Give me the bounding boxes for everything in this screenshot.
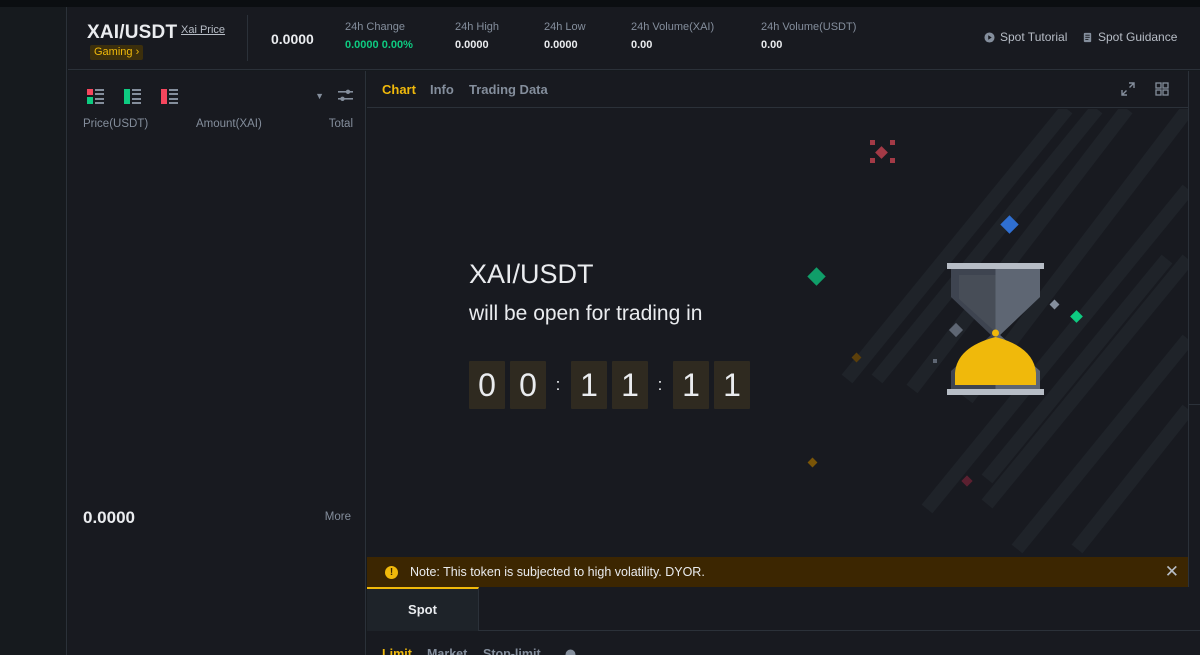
tab-trading-data[interactable]: Trading Data (469, 82, 548, 97)
countdown-illustration (807, 109, 1188, 554)
tab-spot[interactable]: Spot (367, 587, 479, 631)
expand-icon[interactable] (1121, 82, 1135, 96)
spot-guidance-link[interactable]: Spot Guidance (1082, 30, 1177, 44)
stat-value: 0.0000 0.00% (345, 39, 413, 51)
order-type-limit[interactable]: Limit (382, 647, 412, 655)
column-amount: Amount(XAI) (196, 118, 262, 130)
timer-digit: 0 (469, 361, 505, 409)
timer-separator: : (657, 375, 663, 394)
price-link[interactable]: Xai Price (181, 24, 225, 36)
spot-tutorial-label: Spot Tutorial (1000, 30, 1068, 44)
stat-24h-volume-usdt: 24h Volume(USDT) 0.00 (761, 21, 856, 51)
spot-guidance-label: Spot Guidance (1098, 30, 1178, 44)
rail-divider (1188, 404, 1200, 405)
sliders-icon[interactable] (338, 89, 353, 102)
mid-price: 0.0000 (83, 508, 135, 527)
category-tag[interactable]: Gaming › (90, 45, 144, 60)
stat-value: 0.0000 (544, 39, 578, 51)
stat-label: 24h Volume(XAI) (631, 21, 715, 33)
timer-digit: 1 (714, 361, 750, 409)
header-divider (247, 15, 248, 61)
countdown-title: XAI/USDT (469, 259, 594, 289)
document-icon (1083, 32, 1092, 42)
chart-tabs: Chart Info Trading Data (367, 71, 1188, 108)
order-book-panel: ▼ Price(USDT) Amount(XAI) Total 0.0000 M… (68, 71, 366, 655)
stat-24h-high: 24h High 0.0000 (455, 21, 499, 51)
asks-only-layout-icon[interactable] (161, 89, 178, 104)
book-tools: ▼ (315, 89, 353, 102)
stat-24h-volume-xai: 24h Volume(XAI) 0.00 (631, 21, 714, 51)
note-text: Note: This token is subjected to high vo… (410, 565, 705, 579)
tab-chart[interactable]: Chart (382, 82, 416, 97)
chart-panel: Chart Info Trading Data XAI/USDT will be… (367, 71, 1188, 557)
market-header: XAI/USDT Xai Price Gaming › 0.0000 24h C… (68, 7, 1200, 70)
warning-icon: ! (385, 565, 398, 579)
left-gutter (0, 7, 67, 655)
play-circle-icon (984, 31, 995, 43)
book-layout-switcher (87, 89, 178, 104)
form-tabs: Spot (367, 587, 1200, 631)
volatility-note: ! Note: This token is subjected to high … (367, 557, 1188, 587)
info-icon[interactable] (565, 649, 576, 655)
trading-form: Spot Limit Market Stop-limit (367, 587, 1200, 655)
bids-only-layout-icon[interactable] (124, 89, 141, 104)
top-strip (0, 0, 1200, 7)
stat-value: 0.0000 (455, 39, 489, 51)
order-type-market[interactable]: Market (427, 647, 467, 655)
right-rail (1188, 71, 1200, 655)
grid-layout-icon[interactable] (1155, 82, 1169, 96)
spot-tutorial-link[interactable]: Spot Tutorial (984, 30, 1067, 44)
column-total: Total (328, 118, 353, 130)
close-icon[interactable]: ✕ (1165, 563, 1179, 580)
more-link[interactable]: More (325, 511, 351, 523)
trading-page: XAI/USDT Xai Price Gaming › 0.0000 24h C… (0, 0, 1200, 655)
stat-24h-change: 24h Change 0.0000 0.00% (345, 21, 413, 51)
stat-value: 0.00 (631, 39, 653, 51)
stat-label: 24h Low (544, 21, 586, 33)
chevron-down-icon[interactable]: ▼ (315, 91, 324, 101)
tab-info[interactable]: Info (430, 82, 454, 97)
column-price: Price(USDT) (83, 118, 149, 130)
stat-label: 24h High (455, 21, 500, 33)
countdown-subtitle: will be open for trading in (469, 302, 703, 325)
order-type-stop-limit[interactable]: Stop-limit (483, 647, 541, 655)
stat-label: 24h Change (345, 21, 405, 33)
both-sides-layout-icon[interactable] (87, 89, 104, 104)
stat-label: 24h Volume(USDT) (761, 21, 857, 33)
timer-digit: 0 (510, 361, 546, 409)
countdown-timer: 0 0 : 1 1 : 1 1 (469, 361, 755, 409)
stat-24h-low: 24h Low 0.0000 (544, 21, 586, 51)
pair-title: XAI/USDT (87, 22, 178, 43)
last-price: 0.0000 (271, 31, 314, 47)
timer-digit: 1 (612, 361, 648, 409)
timer-digit: 1 (571, 361, 607, 409)
timer-separator: : (555, 375, 561, 394)
timer-digit: 1 (673, 361, 709, 409)
stat-value: 0.00 (761, 39, 783, 51)
